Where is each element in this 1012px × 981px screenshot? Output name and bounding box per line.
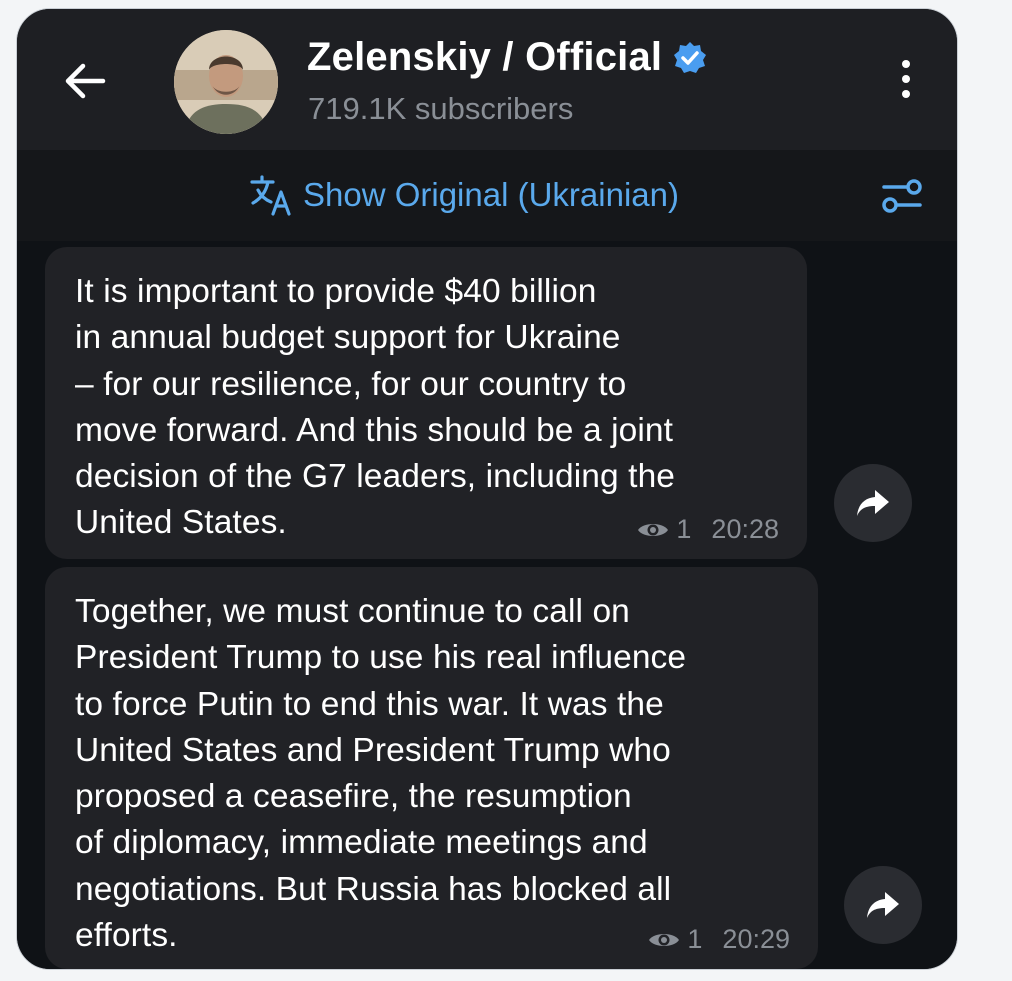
telegram-channel-window: Zelenskiy / Official 719.1K subscribers … xyxy=(16,8,958,970)
channel-header: Zelenskiy / Official 719.1K subscribers xyxy=(17,9,957,150)
tune-icon[interactable] xyxy=(881,176,923,216)
share-button[interactable] xyxy=(834,464,912,542)
view-count-value: 1 xyxy=(687,924,703,954)
channel-title: Zelenskiy / Official xyxy=(307,35,663,79)
message-text: It is important to provide $40 billion i… xyxy=(75,273,676,542)
message-time: 20:29 xyxy=(722,924,790,954)
message-text: Together, we must continue to call on Pr… xyxy=(75,593,687,955)
avatar-image xyxy=(174,30,278,134)
share-button[interactable] xyxy=(844,866,922,944)
more-options-button[interactable] xyxy=(891,55,921,103)
more-vert-icon xyxy=(902,90,910,98)
subscriber-count: 719.1K subscribers xyxy=(308,91,574,126)
view-count: 1 xyxy=(636,514,691,545)
translate-icon xyxy=(250,175,291,216)
more-vert-icon xyxy=(902,75,910,83)
eye-icon xyxy=(649,933,680,946)
message-time: 20:28 xyxy=(711,514,779,544)
view-count: 1 xyxy=(647,924,702,955)
message-bubble[interactable]: It is important to provide $40 billion i… xyxy=(45,247,807,559)
channel-title-row[interactable]: Zelenskiy / Official xyxy=(307,35,708,80)
share-icon xyxy=(867,892,899,918)
more-vert-icon xyxy=(902,60,910,68)
show-original-button[interactable]: Show Original (Ukrainian) xyxy=(249,174,679,216)
translation-bar: Show Original (Ukrainian) xyxy=(17,150,957,241)
message-list[interactable]: It is important to provide $40 billion i… xyxy=(17,241,957,969)
message-bubble[interactable]: Together, we must continue to call on Pr… xyxy=(45,567,818,969)
back-arrow-icon xyxy=(65,63,106,99)
share-icon xyxy=(857,490,889,516)
message-meta: 1 20:28 xyxy=(636,514,779,545)
channel-avatar[interactable] xyxy=(174,30,278,134)
verified-badge-icon xyxy=(674,41,707,73)
view-count-value: 1 xyxy=(676,514,692,544)
back-button[interactable] xyxy=(61,57,109,105)
message-meta: 1 20:29 xyxy=(647,924,790,955)
show-original-label: Show Original (Ukrainian) xyxy=(303,176,679,213)
eye-icon xyxy=(638,523,669,536)
